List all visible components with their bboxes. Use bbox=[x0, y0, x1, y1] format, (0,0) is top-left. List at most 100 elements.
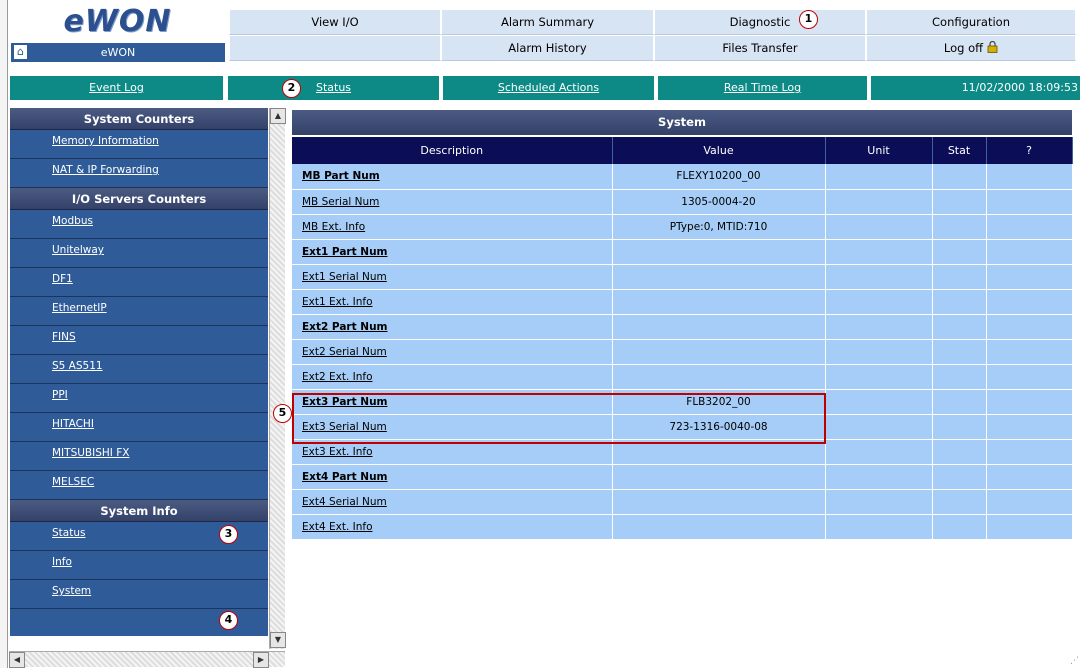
row-value: FLB3202_00 bbox=[612, 389, 826, 415]
nav-alarm-history[interactable]: Alarm History bbox=[441, 35, 654, 61]
ewon-logo: eWON bbox=[10, 4, 225, 39]
table-row: MB Ext. Info PType:0, MTID:710 bbox=[292, 214, 1073, 240]
home-bar[interactable]: ⌂ eWON bbox=[11, 43, 225, 62]
table-row: MB Part Num FLEXY10200_00 bbox=[292, 164, 1073, 190]
row-description-link[interactable]: Ext2 Serial Num bbox=[292, 339, 613, 365]
nav-diagnostic[interactable]: Diagnostic bbox=[654, 9, 866, 35]
table-row: MB Serial Num 1305-0004-20 bbox=[292, 189, 1073, 215]
resize-grip-icon[interactable]: ⋰ bbox=[1070, 656, 1080, 666]
sidebar-item-memory-information[interactable]: Memory Information bbox=[10, 130, 268, 159]
sidebar-item-nat-ip-forwarding[interactable]: NAT & IP Forwarding bbox=[10, 159, 268, 188]
scroll-up-button[interactable]: ▲ bbox=[270, 108, 286, 124]
scroll-left-button[interactable]: ◀ bbox=[9, 652, 25, 668]
row-stat bbox=[932, 339, 987, 365]
sidebar-item-hitachi[interactable]: HITACHI bbox=[10, 413, 268, 442]
row-stat bbox=[932, 514, 987, 540]
table-row: Ext2 Part Num bbox=[292, 314, 1073, 340]
sidebar-item-unitelway[interactable]: Unitelway bbox=[10, 239, 268, 268]
row-stat bbox=[932, 389, 987, 415]
nav-alarm-summary[interactable]: Alarm Summary bbox=[441, 9, 654, 35]
sidebar-item-mitsubishi-fx[interactable]: MITSUBISHI FX bbox=[10, 442, 268, 471]
subnav-event-log[interactable]: Event Log bbox=[10, 76, 225, 100]
subnav-real-time-log[interactable]: Real Time Log bbox=[658, 76, 869, 100]
row-value bbox=[612, 264, 826, 290]
row-description-link[interactable]: Ext4 Ext. Info bbox=[292, 514, 613, 540]
row-value bbox=[612, 514, 826, 540]
sidebar-item-melsec[interactable]: MELSEC bbox=[10, 471, 268, 500]
row-unit bbox=[825, 164, 933, 190]
subnav-scheduled-actions[interactable]: Scheduled Actions bbox=[443, 76, 656, 100]
table-body: MB Part Num FLEXY10200_00 MB Serial Num 130… bbox=[292, 164, 1073, 540]
nav-view-io[interactable]: View I/O bbox=[229, 9, 441, 35]
row-description-link[interactable]: Ext4 Part Num bbox=[292, 464, 613, 490]
row-description-link[interactable]: Ext2 Ext. Info bbox=[292, 364, 613, 390]
sidebar-item-df1[interactable]: DF1 bbox=[10, 268, 268, 297]
row-help bbox=[986, 464, 1073, 490]
row-description-link[interactable]: Ext3 Ext. Info bbox=[292, 439, 613, 465]
sidebar-vertical-scrollbar[interactable]: ▲ ▼ bbox=[269, 108, 286, 649]
table-row: Ext1 Part Num bbox=[292, 239, 1073, 265]
row-unit bbox=[825, 389, 933, 415]
row-description-link[interactable]: MB Part Num bbox=[292, 164, 613, 190]
row-stat bbox=[932, 214, 987, 240]
row-unit bbox=[825, 214, 933, 240]
table-row: Ext4 Serial Num bbox=[292, 489, 1073, 515]
table-row: Ext3 Ext. Info bbox=[292, 439, 1073, 465]
row-stat bbox=[932, 364, 987, 390]
col-value: Value bbox=[612, 137, 826, 164]
row-unit bbox=[825, 339, 933, 365]
row-help bbox=[986, 189, 1073, 215]
datetime-display: 11/02/2000 18:09:53 bbox=[871, 76, 1080, 100]
sidebar-item-ppi[interactable]: PPI bbox=[10, 384, 268, 413]
table-row: Ext1 Ext. Info bbox=[292, 289, 1073, 315]
row-help bbox=[986, 289, 1073, 315]
row-description-link[interactable]: MB Serial Num bbox=[292, 189, 613, 215]
sidebar-item-s5-as511[interactable]: S5 AS511 bbox=[10, 355, 268, 384]
row-description-link[interactable]: Ext1 Serial Num bbox=[292, 264, 613, 290]
table-row: Ext1 Serial Num bbox=[292, 264, 1073, 290]
row-value bbox=[612, 314, 826, 340]
row-help bbox=[986, 514, 1073, 540]
row-value bbox=[612, 439, 826, 465]
home-label: eWON bbox=[100, 46, 136, 59]
nav-log-off[interactable]: Log off bbox=[866, 35, 1076, 61]
panel-title: System bbox=[292, 110, 1072, 135]
row-description-link[interactable]: Ext3 Part Num bbox=[292, 389, 613, 415]
nav-files-transfer[interactable]: Files Transfer bbox=[654, 35, 866, 61]
row-description-link[interactable]: MB Ext. Info bbox=[292, 214, 613, 240]
row-value bbox=[612, 339, 826, 365]
callout-badge: 5 bbox=[273, 404, 292, 423]
nav-configuration[interactable]: Configuration bbox=[866, 9, 1076, 35]
row-stat bbox=[932, 489, 987, 515]
table-header-row: Description Value Unit Stat ? bbox=[292, 137, 1073, 164]
scroll-down-button[interactable]: ▼ bbox=[270, 632, 286, 648]
sidebar-item-modbus[interactable]: Modbus bbox=[10, 210, 268, 239]
row-description-link[interactable]: Ext2 Part Num bbox=[292, 314, 613, 340]
sidebar-horizontal-scrollbar[interactable]: ◀ ▶ bbox=[9, 651, 285, 668]
sidebar-item-fins[interactable]: FINS bbox=[10, 326, 268, 355]
table-row: Ext2 Serial Num bbox=[292, 339, 1073, 365]
sidebar-item-system[interactable]: System bbox=[10, 580, 268, 609]
row-description-link[interactable]: Ext1 Part Num bbox=[292, 239, 613, 265]
row-help bbox=[986, 339, 1073, 365]
scroll-right-button[interactable]: ▶ bbox=[253, 652, 269, 668]
callout-badge: 2 bbox=[282, 79, 301, 98]
subnav-status[interactable]: Status bbox=[228, 76, 441, 100]
row-description-link[interactable]: Ext4 Serial Num bbox=[292, 489, 613, 515]
home-icon[interactable]: ⌂ bbox=[14, 45, 27, 59]
row-description-link[interactable]: Ext1 Ext. Info bbox=[292, 289, 613, 315]
sidebar-item-info[interactable]: Info bbox=[10, 551, 268, 580]
row-stat bbox=[932, 439, 987, 465]
row-unit bbox=[825, 264, 933, 290]
row-description-link[interactable]: Ext3 Serial Num bbox=[292, 414, 613, 440]
sidebar-item-ethernetip[interactable]: EthernetIP bbox=[10, 297, 268, 326]
row-unit bbox=[825, 239, 933, 265]
nav-empty-cell bbox=[229, 35, 441, 61]
row-value: FLEXY10200_00 bbox=[612, 164, 826, 190]
col-help: ? bbox=[986, 137, 1073, 164]
row-unit bbox=[825, 364, 933, 390]
callout-badge: 1 bbox=[799, 10, 818, 29]
row-unit bbox=[825, 439, 933, 465]
row-stat bbox=[932, 239, 987, 265]
row-help bbox=[986, 164, 1073, 190]
